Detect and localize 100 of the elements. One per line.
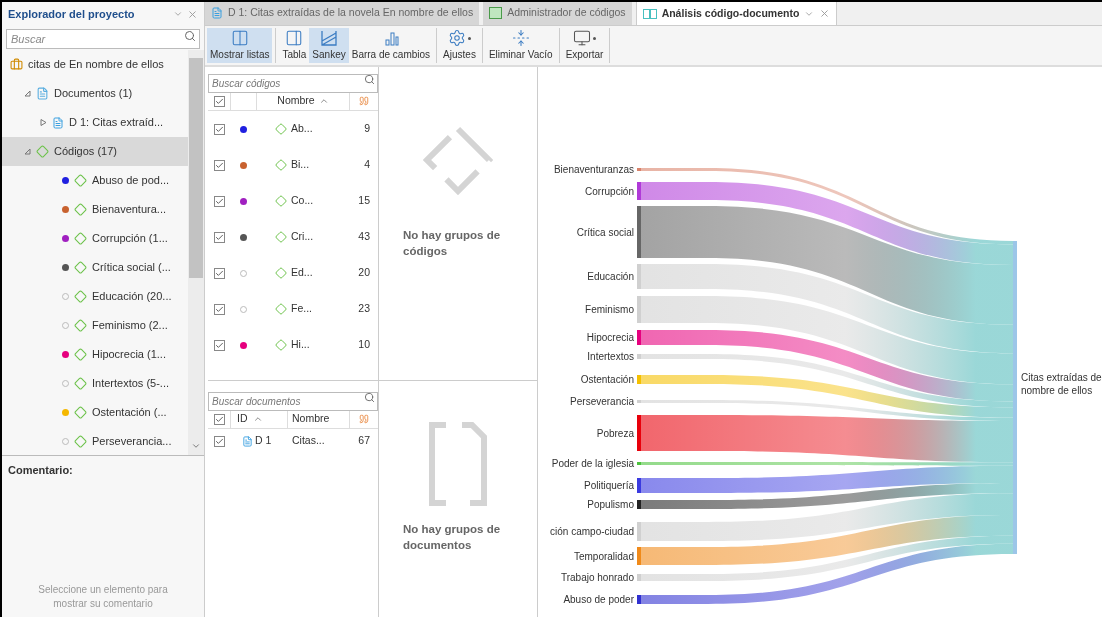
expander-icon[interactable] xyxy=(40,119,47,126)
tab-label: D 1: Citas extraídas de la novela En nombre de ellos xyxy=(228,5,474,21)
code-name: Fe... xyxy=(291,301,312,317)
toolbar-button[interactable]: Eliminar Vacío xyxy=(485,28,556,63)
tree-item[interactable]: Ostentación (... xyxy=(2,398,188,427)
diamond-icon xyxy=(36,145,49,158)
diamond-icon xyxy=(74,203,87,216)
tree-item[interactable]: Bienaventura... xyxy=(2,195,188,224)
checkbox[interactable] xyxy=(213,339,225,351)
tree-label: Educación (20... xyxy=(92,289,172,305)
node-label: ción campo-ciudad xyxy=(550,526,634,537)
checkbox[interactable] xyxy=(213,303,225,315)
node-label: Intertextos xyxy=(587,351,634,362)
tree-item[interactable]: Corrupción (1... xyxy=(2,224,188,253)
tree-label: Intertextos (5-... xyxy=(92,376,170,392)
tree-item[interactable]: citas de En nombre de ellos xyxy=(2,50,188,79)
diamond-icon xyxy=(74,406,87,419)
diamond-icon xyxy=(275,123,287,135)
diamond-icon xyxy=(275,303,287,315)
search-icon[interactable] xyxy=(184,30,196,42)
search-field[interactable]: Buscar códigos xyxy=(208,74,378,93)
toolbar-button[interactable]: Tabla xyxy=(279,28,310,63)
tree-item[interactable]: Feminismo (2... xyxy=(2,311,188,340)
expander-icon[interactable] xyxy=(24,148,31,155)
toolbar-button[interactable]: Ajustes xyxy=(440,28,479,63)
diamond-icon xyxy=(74,319,87,332)
code-name: Cri... xyxy=(291,229,314,245)
monitor-icon xyxy=(573,29,591,47)
column-header[interactable]: Nombre xyxy=(277,93,315,109)
diamond-icon xyxy=(74,261,87,274)
tree-item[interactable]: Educación (20... xyxy=(2,282,188,311)
quote-count: 43 xyxy=(357,229,371,245)
tree-item[interactable]: D 1: Citas extraíd... xyxy=(2,108,188,137)
toolbar-button[interactable]: Mostrar listas xyxy=(207,28,273,63)
tab[interactable]: D 1: Citas extraídas de la novela En nombre de ellos xyxy=(205,2,480,25)
document-name: Citas... xyxy=(291,433,326,449)
code-name: Bi... xyxy=(291,157,310,173)
diamond-icon xyxy=(275,339,287,351)
tree-label: Códigos (17) xyxy=(54,144,117,160)
column-header[interactable]: Nombre xyxy=(288,410,350,428)
search-icon[interactable] xyxy=(364,392,375,403)
search-icon[interactable] xyxy=(364,74,375,85)
columns-icon xyxy=(230,29,249,47)
diamond-icon xyxy=(275,231,287,243)
expander-icon[interactable] xyxy=(24,90,31,97)
panel-icon xyxy=(285,29,304,47)
comment-placeholder: Seleccione un elemento para mostrar su comentario xyxy=(37,583,169,611)
tree-label: Ostentación (... xyxy=(92,405,167,421)
tree-label: Abuso de pod... xyxy=(92,173,170,189)
column-header[interactable]: ID xyxy=(237,411,248,427)
tab[interactable]: Análisis código-documento xyxy=(635,2,838,25)
node-label: Abuso de poder xyxy=(563,594,634,605)
checkbox[interactable] xyxy=(213,159,225,171)
document-id: D 1 xyxy=(255,433,272,449)
tree-label: Bienaventura... xyxy=(92,202,166,218)
code-name: Ed... xyxy=(291,265,313,281)
close-icon[interactable] xyxy=(187,8,198,20)
node-label: Pobreza xyxy=(596,427,634,439)
tree-item[interactable]: Códigos (17) xyxy=(2,137,188,166)
scrollbar-thumb[interactable] xyxy=(189,58,203,278)
tree-label: Feminismo (2... xyxy=(92,318,168,334)
tree-item[interactable]: Documentos (1) xyxy=(2,79,188,108)
checkbox[interactable] xyxy=(213,435,225,447)
code-name: Ab... xyxy=(291,121,313,137)
document-icon xyxy=(52,116,64,129)
node-label: Ostentación xyxy=(580,374,634,385)
sort-icon[interactable] xyxy=(252,414,263,424)
quote-count: 15 xyxy=(357,193,371,209)
search-field[interactable]: Buscar documentos xyxy=(208,392,378,411)
document-icon xyxy=(36,87,49,100)
toolbar-button[interactable]: Barra de cambios xyxy=(348,28,434,63)
search-field[interactable]: Buscar xyxy=(6,29,200,49)
node-label: Temporalidad xyxy=(573,550,634,562)
toolbar-button[interactable]: Sankey xyxy=(309,28,349,63)
checkbox[interactable] xyxy=(213,95,225,107)
diamond-icon xyxy=(74,232,87,245)
tree-item[interactable]: Perseverancia... xyxy=(2,427,188,455)
tab[interactable]: Administrador de códigos xyxy=(483,2,632,25)
checkbox[interactable] xyxy=(213,123,225,135)
scroll-down-icon[interactable] xyxy=(191,441,201,451)
close-icon[interactable] xyxy=(819,8,831,19)
tree-item[interactable]: Hipocrecia (1... xyxy=(2,340,188,369)
tree-item[interactable]: Crítica social (... xyxy=(2,253,188,282)
code-manager-icon xyxy=(489,7,503,19)
tab-label: Administrador de códigos xyxy=(507,5,626,21)
checkbox[interactable] xyxy=(213,267,225,279)
sort-icon[interactable] xyxy=(318,96,329,106)
code-name: Hi... xyxy=(291,337,310,353)
checkbox[interactable] xyxy=(213,413,225,425)
checkbox[interactable] xyxy=(213,231,225,243)
tree-item[interactable]: Abuso de pod... xyxy=(2,166,188,195)
diamond-icon xyxy=(74,377,87,390)
scrollbar[interactable] xyxy=(188,50,204,455)
toolbar-button[interactable]: Exportar xyxy=(562,28,607,63)
quote-count: 20 xyxy=(357,265,371,281)
quote-count: 9 xyxy=(363,121,371,137)
tree-item[interactable]: Intertextos (5-... xyxy=(2,369,188,398)
settings-icon xyxy=(448,29,466,47)
checkbox[interactable] xyxy=(213,195,225,207)
tree-label: Corrupción (1... xyxy=(92,231,168,247)
